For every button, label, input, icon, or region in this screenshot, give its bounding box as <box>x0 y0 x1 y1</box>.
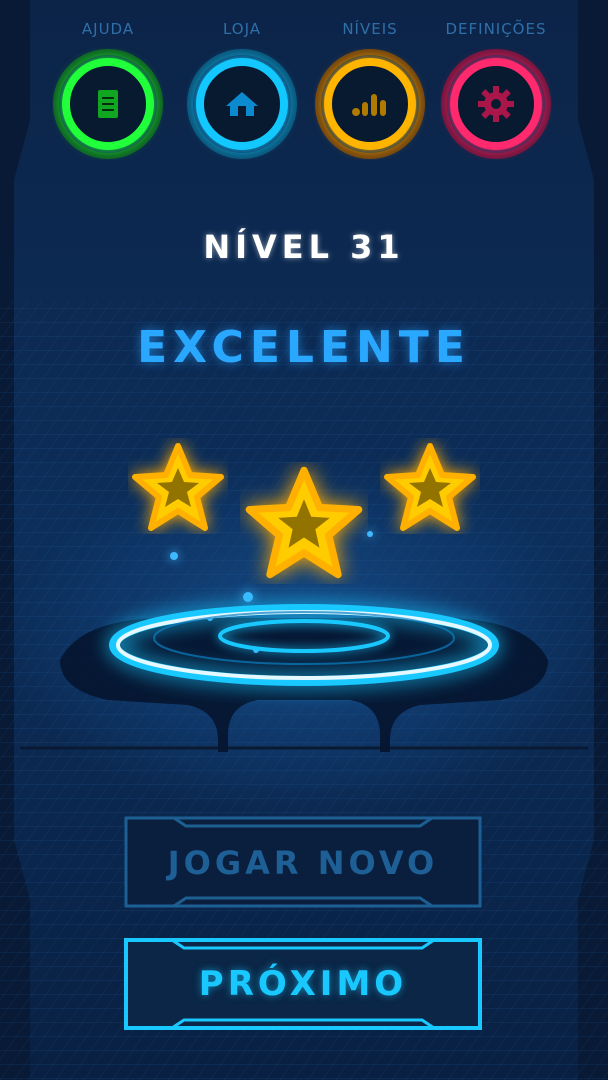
level-title: NÍVEL 31 <box>203 228 405 266</box>
shop-button[interactable] <box>186 48 298 160</box>
nav-label-help: AJUDA <box>81 20 135 38</box>
settings-button[interactable] <box>440 48 552 160</box>
nav-label-shop: LOJA <box>222 20 262 38</box>
nav-label-levels: NÍVEIS <box>342 20 398 38</box>
help-button[interactable] <box>52 48 164 160</box>
nav-label-settings: DEFINIÇÕES <box>445 20 547 38</box>
replay-button-label: JOGAR NOVO <box>167 844 439 882</box>
document-icon <box>98 90 118 118</box>
rating-text: EXCELENTE <box>137 322 471 373</box>
star-icon <box>245 466 363 579</box>
next-button-label: PRÓXIMO <box>198 964 408 1004</box>
next-button[interactable]: PRÓXIMO <box>124 938 482 1030</box>
star-icon <box>384 443 476 531</box>
levels-button[interactable] <box>314 48 426 160</box>
gear-icon <box>478 86 514 122</box>
replay-button[interactable]: JOGAR NOVO <box>124 816 482 908</box>
star-icon <box>132 443 224 531</box>
